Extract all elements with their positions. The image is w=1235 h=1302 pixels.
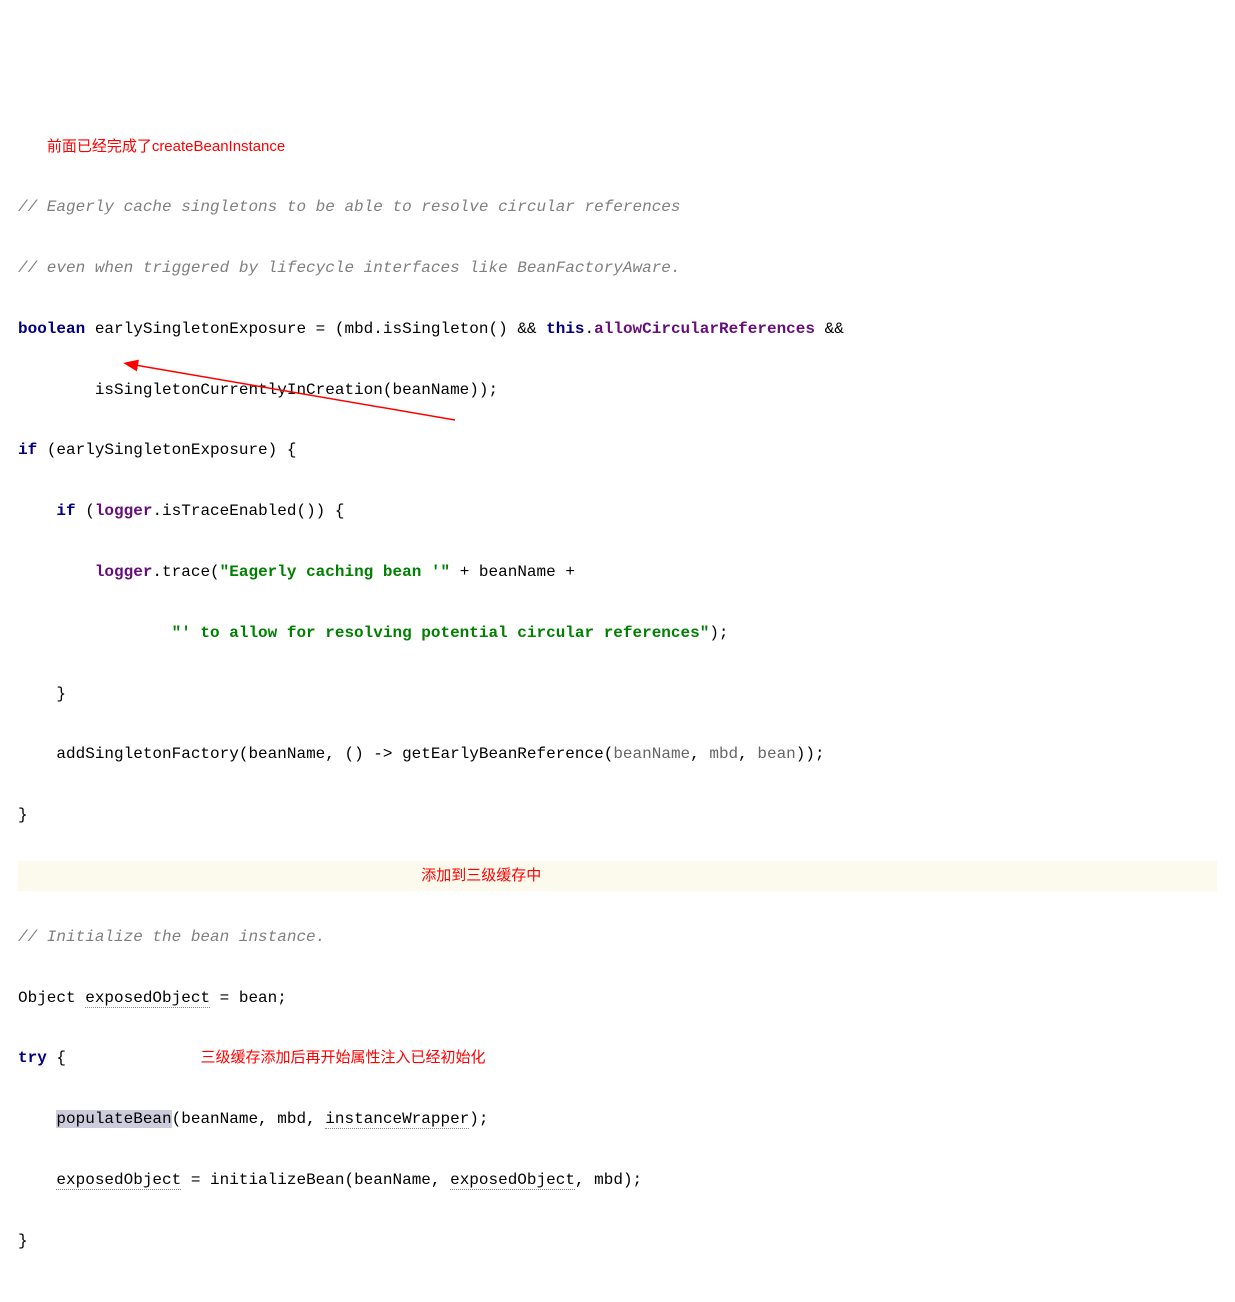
code-line-object: Object exposedObject = bean; — [18, 983, 1217, 1013]
code-comment-3: // Initialize the bean instance. — [18, 922, 1217, 952]
code-line-initialize: exposedObject = initializeBean(beanName,… — [18, 1165, 1217, 1195]
highlighted-line: 添加到三级缓存中 — [18, 861, 1217, 891]
code-line-populate: populateBean(beanName, mbd, instanceWrap… — [18, 1104, 1217, 1134]
selected-text: populateBean — [56, 1110, 171, 1128]
code-line-if-logger: if (logger.isTraceEnabled()) { — [18, 496, 1217, 526]
annotation-mid: 添加到三级缓存中 — [421, 867, 541, 884]
code-line-continuation: isSingletonCurrentlyInCreation(beanName)… — [18, 375, 1217, 405]
annotation-text: 前面已经完成了createBeanInstance — [47, 138, 285, 155]
code-comment-2: // even when triggered by lifecycle inte… — [18, 253, 1217, 283]
annotation-top: 前面已经完成了createBeanInstance — [18, 132, 1217, 162]
annotation-bottom: 三级缓存添加后再开始属性注入已经初始化 — [200, 1049, 485, 1066]
code-line-trace2: "' to allow for resolving potential circ… — [18, 618, 1217, 648]
code-line-close3: } — [18, 1226, 1217, 1256]
code-comment-1: // Eagerly cache singletons to be able t… — [18, 192, 1217, 222]
code-line-trace: logger.trace("Eagerly caching bean '" + … — [18, 557, 1217, 587]
code-line-try: try { 三级缓存添加后再开始属性注入已经初始化 — [18, 1043, 1217, 1073]
code-line-if-ese: if (earlySingletonExposure) { — [18, 435, 1217, 465]
code-line-addsingleton: addSingletonFactory(beanName, () -> getE… — [18, 739, 1217, 769]
code-line-close1: } — [18, 679, 1217, 709]
code-line-boolean: boolean earlySingletonExposure = (mbd.is… — [18, 314, 1217, 344]
code-line-close2: } — [18, 800, 1217, 830]
